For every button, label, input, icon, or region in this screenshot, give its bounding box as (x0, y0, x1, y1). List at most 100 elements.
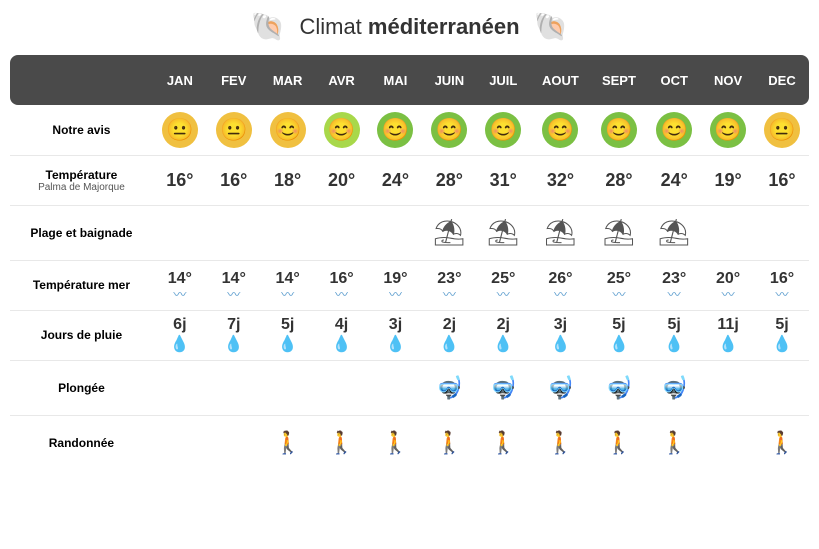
smiley-cell-juil: 😊 (476, 105, 530, 155)
tmer-juin: 23°〰 (422, 260, 476, 310)
snorkel-juin: 🤿 (436, 375, 463, 400)
rando-mar: 🚶 (261, 415, 315, 470)
plongee-nov (701, 360, 755, 415)
hiker-aout: 🚶 (547, 430, 574, 455)
plage-mar (261, 205, 315, 260)
pluie-jan: 6j💧 (153, 310, 207, 360)
month-oct: OCT (647, 55, 701, 105)
pluie-juin: 2j💧 (422, 310, 476, 360)
plongee-dec (755, 360, 809, 415)
smiley-cell-dec: 😐 (755, 105, 809, 155)
page: 🐚 Climat méditerranéen 🐚 JAN FEV MAR AVR… (0, 0, 819, 480)
smiley-juil: 😊 (485, 112, 521, 148)
plage-label: Plage et baignade (10, 205, 153, 260)
plage-nov (701, 205, 755, 260)
temp-mer-label: Température mer (10, 260, 153, 310)
smiley-cell-aout: 😊 (530, 105, 590, 155)
temp-aout: 32° (530, 155, 590, 205)
tmer-mar: 14°〰 (261, 260, 315, 310)
snorkel-aout: 🤿 (547, 375, 574, 400)
plage-juin: ⛱ (422, 205, 476, 260)
smiley-dec: 😐 (764, 112, 800, 148)
plongee-row: Plongée 🤿 🤿 🤿 🤿 🤿 (10, 360, 809, 415)
temp-sept: 28° (591, 155, 648, 205)
rando-dec: 🚶 (755, 415, 809, 470)
smiley-cell-fev: 😐 (207, 105, 261, 155)
plongee-aout: 🤿 (530, 360, 590, 415)
shell-icon-left: 🐚 (251, 10, 286, 43)
smiley-mai: 😊 (377, 112, 413, 148)
rando-nov (701, 415, 755, 470)
month-avr: AVR (315, 55, 369, 105)
pluie-avr: 4j💧 (315, 310, 369, 360)
umbrella-aout: ⛱ (544, 217, 577, 247)
pluie-oct: 5j💧 (647, 310, 701, 360)
smiley-cell-oct: 😊 (647, 105, 701, 155)
pluie-dec: 5j💧 (755, 310, 809, 360)
pluie-fev: 7j💧 (207, 310, 261, 360)
plongee-sept: 🤿 (591, 360, 648, 415)
pluie-mar: 5j💧 (261, 310, 315, 360)
plage-row: Plage et baignade ⛱ ⛱ ⛱ ⛱ ⛱ (10, 205, 809, 260)
tmer-avr: 16°〰 (315, 260, 369, 310)
month-dec: DEC (755, 55, 809, 105)
rando-sept: 🚶 (591, 415, 648, 470)
pluie-aout: 3j💧 (530, 310, 590, 360)
title-main: méditerranéen (368, 14, 520, 39)
temperature-label: Température Palma de Majorque (10, 155, 153, 205)
rando-fev (207, 415, 261, 470)
smiley-cell-sept: 😊 (591, 105, 648, 155)
smiley-mar: 😊 (270, 112, 306, 148)
temp-fev: 16° (207, 155, 261, 205)
hiker-juin: 🚶 (436, 430, 463, 455)
page-title: Climat méditerranéen (299, 14, 519, 40)
umbrella-juil: ⛱ (487, 217, 520, 247)
smiley-cell-nov: 😊 (701, 105, 755, 155)
plage-avr (315, 205, 369, 260)
tmer-nov: 20°〰 (701, 260, 755, 310)
umbrella-oct: ⛱ (658, 217, 691, 247)
jours-pluie-row: Jours de pluie 6j💧 7j💧 5j💧 4j💧 3j💧 2j💧 2… (10, 310, 809, 360)
plage-juil: ⛱ (476, 205, 530, 260)
snorkel-oct: 🤿 (660, 375, 687, 400)
smiley-fev: 😐 (216, 112, 252, 148)
climate-table: JAN FEV MAR AVR MAI JUIN JUIL AOUT SEPT … (10, 55, 809, 470)
temperature-sublabel: Palma de Majorque (12, 182, 151, 193)
rando-oct: 🚶 (647, 415, 701, 470)
temp-mai: 24° (369, 155, 423, 205)
plage-jan (153, 205, 207, 260)
plongee-mai (369, 360, 423, 415)
plage-oct: ⛱ (647, 205, 701, 260)
tmer-mai: 19°〰 (369, 260, 423, 310)
plage-aout: ⛱ (530, 205, 590, 260)
umbrella-sept: ⛱ (602, 217, 635, 247)
month-juin: JUIN (422, 55, 476, 105)
tmer-juil: 25°〰 (476, 260, 530, 310)
hiker-mai: 🚶 (382, 430, 409, 455)
temp-juin: 28° (422, 155, 476, 205)
temp-jan: 16° (153, 155, 207, 205)
month-jan: JAN (153, 55, 207, 105)
umbrella-juin: ⛱ (433, 217, 466, 247)
rando-juil: 🚶 (476, 415, 530, 470)
hiker-oct: 🚶 (660, 430, 687, 455)
smiley-sept: 😊 (601, 112, 637, 148)
title-prefix: Climat (299, 14, 367, 39)
hiker-dec: 🚶 (768, 430, 795, 455)
month-fev: FEV (207, 55, 261, 105)
plongee-oct: 🤿 (647, 360, 701, 415)
month-header-row: JAN FEV MAR AVR MAI JUIN JUIL AOUT SEPT … (10, 55, 809, 105)
smiley-cell-avr: 😊 (315, 105, 369, 155)
snorkel-sept: 🤿 (605, 375, 632, 400)
plongee-mar (261, 360, 315, 415)
hiker-mar: 🚶 (274, 430, 301, 455)
plongee-fev (207, 360, 261, 415)
temp-avr: 20° (315, 155, 369, 205)
month-nov: NOV (701, 55, 755, 105)
smiley-jan: 😐 (162, 112, 198, 148)
smiley-aout: 😊 (542, 112, 578, 148)
smiley-cell-mai: 😊 (369, 105, 423, 155)
rando-avr: 🚶 (315, 415, 369, 470)
notre-avis-label: Notre avis (10, 105, 153, 155)
month-sept: SEPT (591, 55, 648, 105)
